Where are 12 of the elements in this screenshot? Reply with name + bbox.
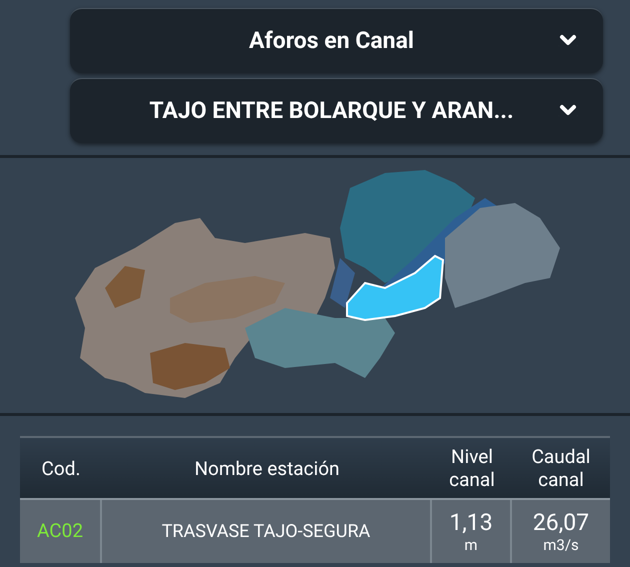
table-cell: TRASVASE TAJO-SEGURA [102,500,432,563]
level-value: 1,13 [449,510,493,536]
table-cell: AC02 [20,500,102,563]
column-header: Caudal canal [530,444,592,493]
column-header: Nombre estación [193,456,341,482]
column-header: Cod. [40,456,82,482]
dropdown-selector[interactable]: TAJO ENTRE BOLARQUE Y ARAN... [70,78,603,143]
flow-value: 26,07 [532,510,590,536]
dropdown-selector[interactable]: Aforos en Canal [70,8,603,73]
unit-label: m [464,536,478,554]
column-header: Nivel canal [448,444,496,493]
unit-label: m3/s [543,536,579,554]
